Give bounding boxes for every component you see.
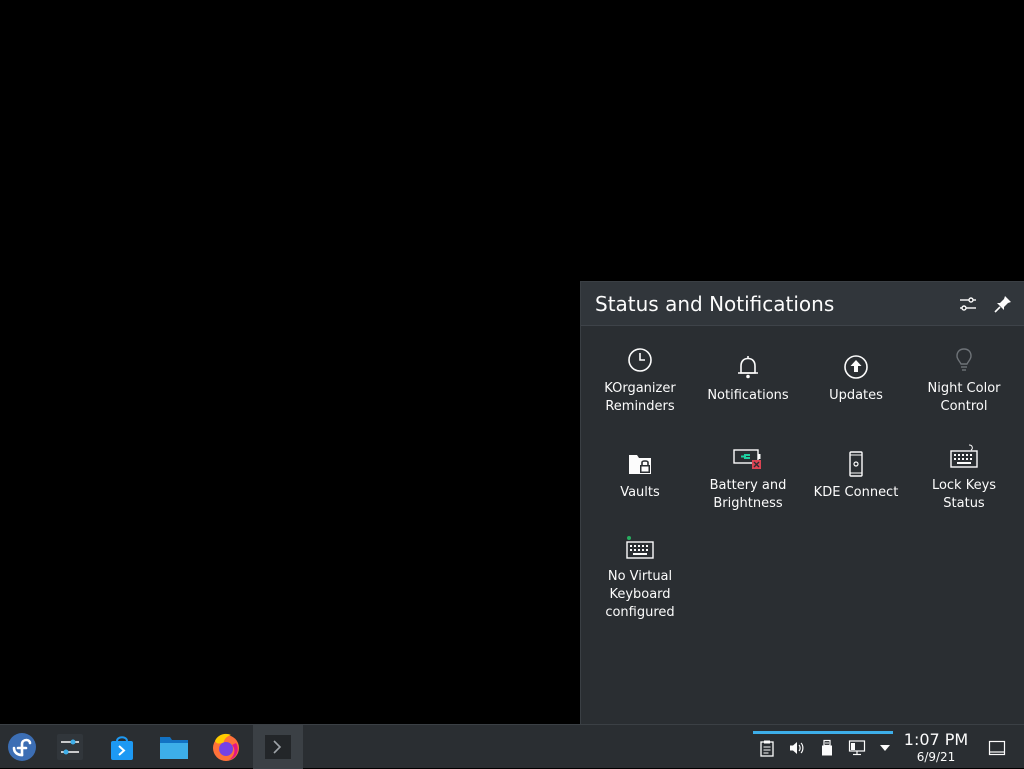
- virtual-keyboard-label: No Virtual Keyboard configured: [605, 569, 675, 620]
- clock-time: 1:07 PM: [903, 730, 969, 749]
- tray-highlight-bar: [753, 731, 893, 734]
- volume-tray[interactable]: [786, 737, 808, 759]
- update-icon: [844, 355, 868, 379]
- task-firefox[interactable]: [201, 725, 251, 769]
- lock-keys-status-label: Lock Keys Status: [931, 478, 997, 511]
- clock-date: 6/9/21: [916, 750, 956, 764]
- clipboard-icon: [760, 740, 774, 757]
- network-icon: [848, 740, 866, 756]
- expand-arrow-icon: [880, 745, 890, 751]
- battery-brightness-label: Battery and Brightness: [709, 478, 787, 511]
- korganizer-reminders-label: KOrganizer Reminders: [604, 381, 676, 414]
- task-system-settings[interactable]: [45, 725, 95, 769]
- folder-icon: [160, 737, 188, 759]
- pin-button[interactable]: [991, 292, 1015, 316]
- usb-tray[interactable]: [816, 737, 838, 759]
- task-discover[interactable]: [97, 725, 147, 769]
- fedora-launcher-icon: [8, 733, 36, 761]
- virtual-keyboard-icon: [626, 536, 654, 559]
- battery-icon: [733, 449, 761, 469]
- status-notifications-popup: Status and Notifications KOrganizer Remi…: [580, 281, 1024, 724]
- task-konsole[interactable]: [253, 725, 303, 769]
- bell-icon: [738, 356, 758, 379]
- phone-icon: [849, 451, 863, 477]
- configure-icon: [960, 297, 976, 311]
- night-color-control-item[interactable]: Night Color Control: [910, 344, 1018, 416]
- shopping-bag-icon: [111, 736, 133, 760]
- battery-brightness-item[interactable]: Battery and Brightness: [694, 441, 802, 513]
- usb-icon: [822, 739, 832, 756]
- updates-item[interactable]: Updates: [802, 351, 910, 405]
- application-launcher[interactable]: [0, 725, 44, 769]
- settings-sliders-icon: [57, 734, 83, 760]
- show-desktop-button[interactable]: [986, 737, 1008, 759]
- taskbar: 1:07 PM 6/9/21: [0, 724, 1024, 769]
- pin-icon: [994, 296, 1011, 313]
- night-color-control-label: Night Color Control: [927, 381, 1001, 414]
- virtual-keyboard-item[interactable]: No Virtual Keyboard configured: [586, 532, 694, 622]
- vaults-item[interactable]: Vaults: [586, 448, 694, 502]
- clipboard-tray[interactable]: [756, 737, 778, 759]
- korganizer-reminders-item[interactable]: KOrganizer Reminders: [586, 344, 694, 416]
- keyboard-icon: [950, 444, 978, 468]
- show-desktop-icon: [988, 740, 1006, 756]
- vault-icon: [629, 455, 651, 474]
- notifications-label: Notifications: [707, 388, 789, 403]
- clock-icon: [628, 348, 652, 372]
- notifications-item[interactable]: Notifications: [694, 351, 802, 405]
- lock-keys-status-item[interactable]: Lock Keys Status: [910, 441, 1018, 513]
- digital-clock[interactable]: 1:07 PM 6/9/21: [900, 730, 972, 766]
- lightbulb-icon: [956, 348, 972, 371]
- network-tray[interactable]: [846, 737, 868, 759]
- configure-button[interactable]: [956, 292, 980, 316]
- vaults-label: Vaults: [620, 485, 660, 500]
- updates-label: Updates: [829, 388, 883, 403]
- firefox-icon: [213, 733, 239, 761]
- task-dolphin[interactable]: [149, 725, 199, 769]
- tray-expand-button[interactable]: [874, 737, 896, 759]
- volume-icon: [790, 742, 804, 754]
- kde-connect-item[interactable]: KDE Connect: [802, 448, 910, 502]
- terminal-icon: [265, 735, 291, 759]
- popup-title: Status and Notifications: [595, 292, 835, 316]
- kde-connect-label: KDE Connect: [813, 485, 899, 500]
- popup-header: Status and Notifications: [581, 282, 1024, 326]
